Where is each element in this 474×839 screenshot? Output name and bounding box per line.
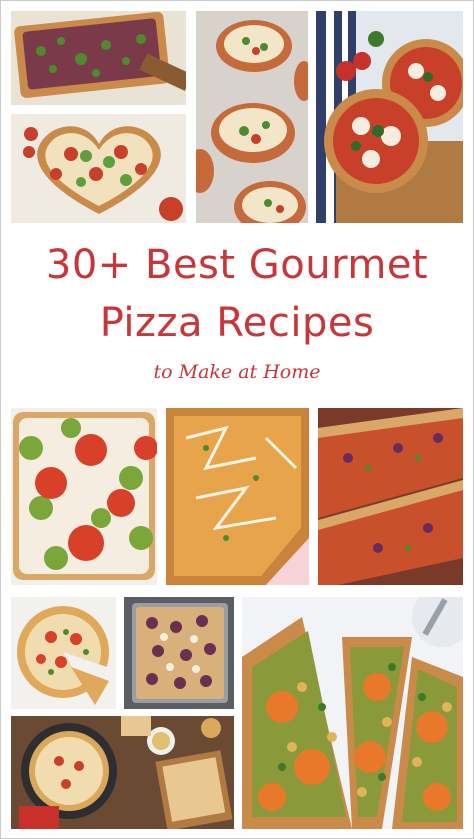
- fig-sheet-pizza-photo: [124, 597, 234, 709]
- cauliflower-crust-pizza-photo: [11, 597, 116, 709]
- heart-pizza-photo: [11, 114, 186, 223]
- subtitle: to Make at Home: [153, 361, 321, 383]
- pesto-tomato-pizza-photo: [11, 408, 157, 585]
- margherita-pizza-photo: [316, 11, 463, 223]
- title-line-2: Pizza Recipes: [99, 300, 375, 346]
- title-line-1: 30+ Best Gourmet: [45, 242, 429, 288]
- flatbread-pizza-photo: [11, 11, 186, 105]
- mini-pizzas-photo: [196, 11, 308, 223]
- table-spread-photo: [11, 716, 234, 829]
- bbq-onion-pizza-photo: [318, 408, 463, 585]
- buffalo-chicken-pizza-photo: [166, 408, 309, 585]
- squash-chickpea-pizza-photo: [242, 597, 463, 829]
